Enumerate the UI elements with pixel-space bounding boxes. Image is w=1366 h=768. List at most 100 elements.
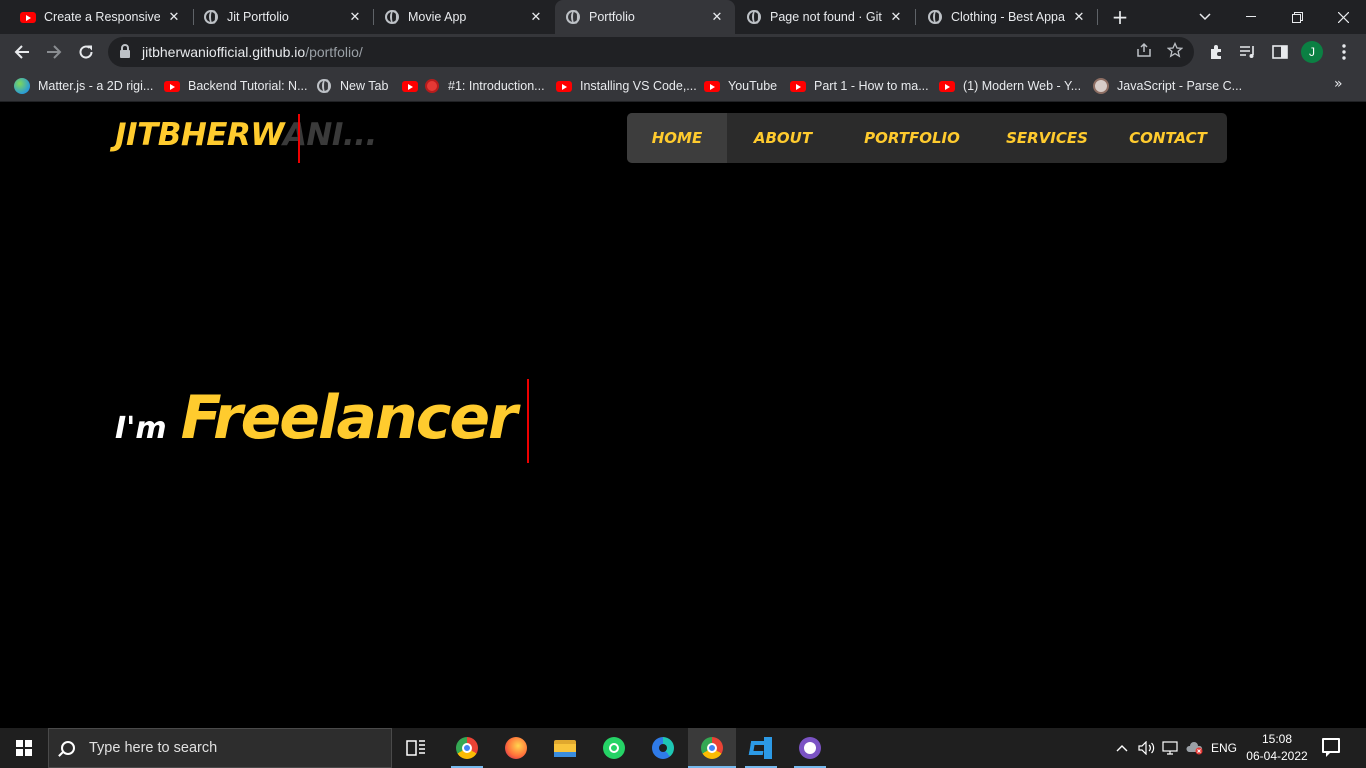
restore-button[interactable] <box>1274 0 1320 34</box>
tab-create-responsive[interactable]: Create a Responsive P ✕ <box>10 0 192 34</box>
onedrive-icon[interactable] <box>1184 728 1206 768</box>
forward-button[interactable] <box>40 38 68 66</box>
bookmark-part-1[interactable]: Part 1 - How to ma... <box>790 76 929 96</box>
nav-services[interactable]: SERVICES <box>989 113 1105 163</box>
taskbar-chrome-profile[interactable] <box>688 728 736 768</box>
bookmark-youtube[interactable]: YouTube <box>704 76 777 96</box>
youtube-icon <box>20 9 36 25</box>
bookmark-new-tab[interactable]: New Tab <box>316 76 388 96</box>
chrome-icon <box>701 737 723 759</box>
whatsapp-icon <box>603 737 625 759</box>
site-logo[interactable]: JITBHERWANI... <box>115 117 377 153</box>
bookmark-label: Matter.js - a 2D rigi... <box>38 79 154 93</box>
task-view-icon <box>406 740 425 756</box>
windows-logo-icon <box>16 740 32 756</box>
tab-jit-portfolio[interactable]: Jit Portfolio ✕ <box>193 0 373 34</box>
nav-home[interactable]: HOME <box>627 113 727 163</box>
browser-toolbar: jitbherwaniofficial.github.io/portfolio/… <box>0 34 1366 70</box>
notifications-icon[interactable] <box>1322 738 1340 757</box>
close-window-button[interactable] <box>1320 0 1366 34</box>
clock-date: 06-04-2022 <box>1246 749 1308 763</box>
taskbar-search-input[interactable]: Type here to search <box>48 728 392 768</box>
vscode-icon <box>750 737 772 759</box>
taskbar-github-desktop[interactable] <box>786 728 834 768</box>
bookmark-javascript-parse[interactable]: JavaScript - Parse C... <box>1093 76 1242 96</box>
tab-portfolio[interactable]: Portfolio ✕ <box>555 0 735 34</box>
globe-icon <box>746 9 762 25</box>
logo-remaining-text: ANI... <box>282 117 377 153</box>
minimize-button[interactable] <box>1228 0 1274 34</box>
tab-page-not-found[interactable]: Page not found · GitH ✕ <box>736 0 914 34</box>
bookmark-introduction[interactable]: #1: Introduction... <box>402 76 545 96</box>
tab-title: Page not found · GitH <box>770 10 882 24</box>
bookmark-label: Backend Tutorial: N... <box>188 79 308 93</box>
address-bar[interactable]: jitbherwaniofficial.github.io/portfolio/ <box>108 37 1194 67</box>
firefox-icon <box>505 737 527 759</box>
tab-title: Portfolio <box>589 10 635 24</box>
taskbar-whatsapp[interactable] <box>590 728 638 768</box>
extensions-icon[interactable] <box>1206 42 1226 62</box>
taskbar-vscode[interactable] <box>737 728 785 768</box>
side-panel-icon[interactable] <box>1270 42 1290 62</box>
bookmark-backend-tutorial[interactable]: Backend Tutorial: N... <box>164 76 308 96</box>
volume-icon[interactable] <box>1136 728 1158 768</box>
bookmarks-overflow-icon[interactable]: » <box>1334 76 1343 92</box>
new-tab-button[interactable]: + <box>1108 5 1132 29</box>
close-icon[interactable]: ✕ <box>347 9 363 25</box>
bookmark-label: JavaScript - Parse C... <box>1117 79 1243 93</box>
avatar-icon <box>1093 78 1109 94</box>
bookmark-label: YouTube <box>728 79 778 93</box>
start-button[interactable] <box>0 728 48 768</box>
minimize-icon <box>1246 16 1256 17</box>
tab-title: Clothing - Best Appar <box>951 10 1065 24</box>
url-path: /portfolio/ <box>305 44 363 60</box>
tray-overflow-icon[interactable] <box>1112 728 1132 768</box>
close-icon[interactable]: ✕ <box>1071 9 1087 25</box>
media-control-icon[interactable] <box>1238 42 1258 62</box>
share-icon[interactable] <box>1135 41 1153 59</box>
nav-contact[interactable]: CONTACT <box>1113 113 1223 163</box>
youtube-icon <box>939 78 955 94</box>
close-icon[interactable]: ✕ <box>888 9 904 25</box>
globe-icon <box>927 9 943 25</box>
bookmark-modern-web[interactable]: (1) Modern Web - Y... <box>939 76 1081 96</box>
chrome-icon <box>456 737 478 759</box>
taskbar-clock[interactable]: 15:08 06-04-2022 <box>1244 731 1310 765</box>
bookmark-matterjs[interactable]: Matter.js - a 2D rigi... <box>14 76 153 96</box>
network-icon[interactable] <box>1160 728 1182 768</box>
tab-movie-app[interactable]: Movie App ✕ <box>374 0 554 34</box>
close-icon[interactable]: ✕ <box>528 9 544 25</box>
close-icon[interactable]: ✕ <box>709 9 725 25</box>
back-button[interactable] <box>8 38 36 66</box>
bookmark-installing-vscode[interactable]: Installing VS Code,... <box>556 76 697 96</box>
taskbar-firefox[interactable] <box>492 728 540 768</box>
taskbar-edge[interactable] <box>639 728 687 768</box>
bookmark-label: New Tab <box>340 79 389 93</box>
language-indicator[interactable]: ENG <box>1208 728 1240 768</box>
profile-avatar[interactable]: J <box>1301 41 1323 63</box>
bookmark-star-icon[interactable] <box>1166 41 1184 59</box>
edge-icon <box>652 737 674 759</box>
globe-icon <box>203 9 219 25</box>
tab-divider <box>1097 9 1098 25</box>
logo-typed-text: JITBHERW <box>115 117 283 153</box>
reload-button[interactable] <box>72 38 100 66</box>
task-view-button[interactable] <box>392 728 440 768</box>
nav-about[interactable]: ABOUT <box>727 113 839 163</box>
taskbar-file-explorer[interactable] <box>541 728 589 768</box>
nav-portfolio[interactable]: PORTFOLIO <box>849 113 975 163</box>
tab-title: Create a Responsive P <box>44 10 160 24</box>
tab-clothing[interactable]: Clothing - Best Appar ✕ <box>917 0 1097 34</box>
matter-icon <box>14 78 30 94</box>
arrow-right-icon <box>47 45 62 59</box>
bookmark-label: Part 1 - How to ma... <box>814 79 929 93</box>
reload-icon <box>79 45 93 59</box>
kebab-menu-icon[interactable] <box>1334 42 1354 62</box>
tab-search-button[interactable] <box>1182 0 1228 34</box>
taskbar-chrome[interactable] <box>443 728 491 768</box>
portfolio-page: JITBHERWANI... HOME ABOUT PORTFOLIO SERV… <box>0 103 1366 728</box>
youtube-icon <box>402 78 418 94</box>
site-navbar: HOME ABOUT PORTFOLIO SERVICES CONTACT <box>627 113 1227 163</box>
close-icon[interactable]: ✕ <box>166 9 182 25</box>
lock-icon <box>120 44 130 58</box>
